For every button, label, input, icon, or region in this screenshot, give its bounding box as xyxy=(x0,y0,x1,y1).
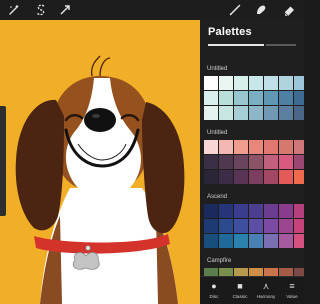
transform-arrow-icon[interactable] xyxy=(57,2,73,18)
panel-tab-indicator xyxy=(208,44,264,46)
tab-label: Disc xyxy=(209,294,219,299)
color-swatch[interactable] xyxy=(279,76,293,90)
brush-icon[interactable] xyxy=(227,2,243,18)
color-swatch[interactable] xyxy=(204,106,218,120)
eraser-icon[interactable] xyxy=(281,2,297,18)
panel-title: Palettes xyxy=(208,26,252,38)
color-swatch[interactable] xyxy=(279,234,293,248)
color-swatch[interactable] xyxy=(204,234,218,248)
top-toolbar xyxy=(0,0,304,20)
color-swatch[interactable] xyxy=(219,219,233,233)
tab-label: Classic xyxy=(232,294,248,299)
value-icon: ≡ xyxy=(289,281,295,291)
tab-classic[interactable]: ■ Classic xyxy=(227,280,253,302)
tab-disc[interactable]: ● Disc xyxy=(201,280,227,302)
color-swatch[interactable] xyxy=(234,76,248,90)
color-swatch[interactable] xyxy=(204,76,218,90)
color-swatch[interactable] xyxy=(249,170,263,184)
color-swatch[interactable] xyxy=(294,170,304,184)
color-swatch[interactable] xyxy=(264,234,278,248)
color-swatch[interactable] xyxy=(279,140,293,154)
color-swatch[interactable] xyxy=(294,91,304,105)
color-swatch[interactable] xyxy=(219,155,233,169)
color-swatch[interactable] xyxy=(219,91,233,105)
color-swatch[interactable] xyxy=(204,170,218,184)
swatch-grid xyxy=(204,140,304,184)
color-swatch[interactable] xyxy=(264,155,278,169)
swatch-grid xyxy=(204,76,304,120)
palette-name: Untitled xyxy=(207,130,228,136)
color-swatch[interactable] xyxy=(219,234,233,248)
palette-name: Ascend xyxy=(207,194,228,200)
color-swatch[interactable] xyxy=(294,76,304,90)
color-swatch[interactable] xyxy=(294,155,304,169)
color-swatch[interactable] xyxy=(219,170,233,184)
color-swatch[interactable] xyxy=(294,204,304,218)
color-swatch[interactable] xyxy=(264,91,278,105)
drawing-canvas[interactable] xyxy=(0,20,203,304)
color-swatch[interactable] xyxy=(204,91,218,105)
color-swatch[interactable] xyxy=(294,234,304,248)
color-swatch[interactable] xyxy=(279,106,293,120)
color-swatch[interactable] xyxy=(264,140,278,154)
color-swatch[interactable] xyxy=(249,155,263,169)
color-swatch[interactable] xyxy=(264,170,278,184)
color-swatch[interactable] xyxy=(204,140,218,154)
color-swatch[interactable] xyxy=(279,204,293,218)
adjustments-wand-icon[interactable] xyxy=(6,2,22,18)
color-swatch[interactable] xyxy=(264,204,278,218)
color-swatch[interactable] xyxy=(294,140,304,154)
color-swatch[interactable] xyxy=(234,219,248,233)
classic-icon: ■ xyxy=(237,281,243,291)
color-swatch[interactable] xyxy=(234,170,248,184)
color-swatch[interactable] xyxy=(294,219,304,233)
smudge-icon[interactable] xyxy=(253,2,269,18)
color-swatch[interactable] xyxy=(234,106,248,120)
color-swatch[interactable] xyxy=(264,106,278,120)
color-swatch[interactable] xyxy=(279,91,293,105)
color-swatch[interactable] xyxy=(234,140,248,154)
color-swatch[interactable] xyxy=(249,204,263,218)
palette-name: Campfire xyxy=(207,258,232,264)
color-swatch[interactable] xyxy=(249,219,263,233)
tab-value[interactable]: ≡ Value xyxy=(279,280,305,302)
color-swatch[interactable] xyxy=(264,219,278,233)
panel-tab-indicator-inactive xyxy=(266,44,296,46)
color-swatch[interactable] xyxy=(234,234,248,248)
color-swatch[interactable] xyxy=(204,204,218,218)
harmony-icon: ⋏ xyxy=(262,281,270,291)
color-swatch[interactable] xyxy=(249,106,263,120)
color-swatch[interactable] xyxy=(279,155,293,169)
color-swatch[interactable] xyxy=(204,155,218,169)
color-swatch[interactable] xyxy=(294,106,304,120)
color-swatch[interactable] xyxy=(279,170,293,184)
color-swatch[interactable] xyxy=(219,140,233,154)
color-swatch[interactable] xyxy=(219,76,233,90)
color-swatch[interactable] xyxy=(234,91,248,105)
color-swatch[interactable] xyxy=(204,219,218,233)
side-brush-slider[interactable] xyxy=(0,106,6,216)
color-swatch[interactable] xyxy=(249,76,263,90)
selection-s-icon[interactable] xyxy=(33,2,49,18)
color-swatch[interactable] xyxy=(249,140,263,154)
palettes-panel: Palettes Untitled Untitled Ascend Campfi… xyxy=(200,20,304,304)
color-swatch[interactable] xyxy=(279,219,293,233)
color-swatch[interactable] xyxy=(249,234,263,248)
color-swatch[interactable] xyxy=(249,91,263,105)
tab-label: Value xyxy=(286,294,298,299)
color-swatch[interactable] xyxy=(264,76,278,90)
color-swatch[interactable] xyxy=(219,204,233,218)
color-mode-tabs: ● Disc ■ Classic ⋏ Harmony ≡ Value xyxy=(200,276,304,304)
color-swatch[interactable] xyxy=(234,204,248,218)
color-swatch[interactable] xyxy=(234,155,248,169)
color-swatch[interactable] xyxy=(219,106,233,120)
palette-name: Untitled xyxy=(207,66,228,72)
tab-harmony[interactable]: ⋏ Harmony xyxy=(253,280,279,302)
swatch-grid xyxy=(204,204,304,248)
dog-illustration xyxy=(15,55,185,304)
tab-label: Harmony xyxy=(256,294,276,299)
disc-icon: ● xyxy=(211,281,217,291)
